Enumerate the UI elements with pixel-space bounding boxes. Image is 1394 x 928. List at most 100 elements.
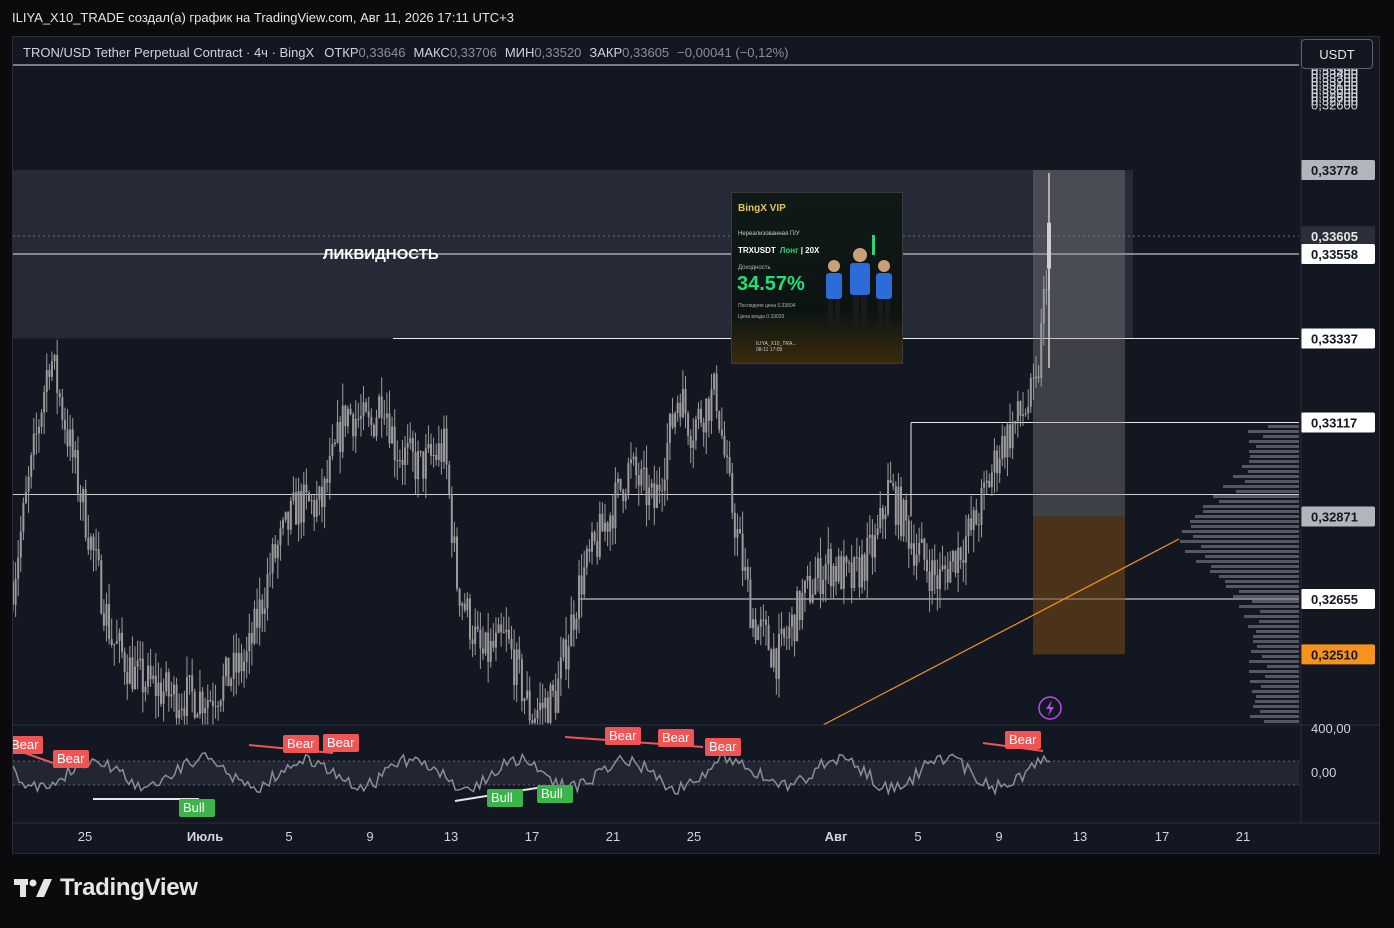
- candle-body: [391, 426, 394, 444]
- candle-body: [801, 592, 804, 620]
- price-badge-label: 0,32655: [1311, 592, 1358, 607]
- volume-profile-bar: [1233, 595, 1299, 598]
- candle-body: [422, 451, 425, 479]
- candle-body: [762, 619, 765, 621]
- candle-body: [572, 614, 575, 630]
- candle-body: [609, 515, 612, 532]
- candle-body: [668, 413, 671, 443]
- candle-body: [998, 458, 1001, 474]
- time-axis-tick: 17: [1155, 829, 1169, 844]
- price-chart-svg[interactable]: ЛИКВИДНОСТЬ0,341000,340000,339000,338000…: [13, 37, 1380, 854]
- last-candle-body: [1047, 222, 1051, 269]
- time-axis-tick: 5: [914, 829, 921, 844]
- candle-body: [458, 588, 461, 606]
- candle-body: [616, 478, 619, 483]
- candle-body: [876, 528, 879, 536]
- candle-body: [139, 658, 142, 661]
- price-badge-label: 0,33337: [1311, 331, 1358, 346]
- candle-body: [946, 569, 949, 583]
- candle-body: [315, 499, 318, 517]
- bear-label: Bear: [57, 751, 85, 766]
- oscillator-band: [13, 761, 1299, 785]
- candle-body: [63, 419, 66, 430]
- candle-body: [479, 629, 482, 649]
- candle-body: [507, 629, 510, 639]
- candle-body: [570, 614, 573, 647]
- candle-body: [905, 500, 908, 521]
- candle-body: [258, 599, 261, 628]
- volume-profile-bar: [1191, 525, 1299, 528]
- candle-body: [282, 519, 285, 529]
- candle-body: [82, 489, 85, 503]
- candle-body: [297, 491, 300, 525]
- candle-body: [902, 500, 905, 537]
- candle-body: [806, 575, 809, 581]
- bear-label: Bear: [662, 730, 690, 745]
- volume-profile-bar: [1248, 430, 1299, 433]
- candle-body: [614, 482, 617, 529]
- candle-body: [274, 544, 277, 559]
- candle-body: [484, 632, 487, 654]
- tradingview-logo[interactable]: TradingView: [14, 874, 198, 902]
- currency-button[interactable]: USDT: [1301, 39, 1373, 69]
- candle-body: [925, 559, 928, 572]
- candle-body: [892, 482, 895, 487]
- bull-label: Bull: [183, 800, 205, 815]
- candle-body: [502, 632, 505, 634]
- candle-body: [476, 626, 479, 630]
- candle-body: [167, 672, 170, 697]
- candle-body: [874, 535, 877, 558]
- candle-body: [611, 515, 614, 529]
- candle-body: [988, 480, 991, 488]
- volume-profile-bar: [1210, 570, 1299, 573]
- candle-body: [131, 657, 134, 690]
- candle-body: [648, 487, 651, 506]
- candle-body: [214, 706, 217, 708]
- candle-body: [276, 545, 279, 559]
- candle-body: [35, 433, 38, 435]
- volume-profile-bar: [1251, 650, 1299, 653]
- candle-body: [487, 632, 490, 662]
- candle-body: [30, 455, 33, 477]
- volume-profile-bar: [1249, 460, 1299, 463]
- volume-profile-bar: [1196, 560, 1299, 563]
- candle-body: [718, 411, 721, 430]
- candle-body: [645, 467, 648, 506]
- candle-body: [666, 442, 669, 480]
- change-value: −0,00041 (−0,12%): [677, 45, 789, 60]
- candle-body: [383, 417, 386, 419]
- candle-body: [764, 619, 767, 625]
- candle-body: [658, 484, 661, 491]
- promo-bar-icon: [872, 235, 875, 255]
- candle-body: [227, 657, 230, 687]
- candle-body: [196, 714, 199, 718]
- bear-label: Bear: [609, 728, 637, 743]
- candle-body: [417, 451, 420, 480]
- candle-body: [627, 463, 630, 494]
- candle-body: [824, 563, 827, 580]
- candle-body: [370, 417, 373, 425]
- candle-body: [310, 500, 313, 502]
- candle-body: [13, 581, 14, 605]
- candle-body: [56, 354, 59, 393]
- candle-body: [308, 492, 310, 501]
- candle-body: [201, 691, 204, 714]
- time-axis-tick: 17: [525, 829, 539, 844]
- candle-body: [816, 558, 819, 578]
- candle-body: [419, 451, 422, 453]
- chart-area[interactable]: TRON/USD Tether Perpetual Contract · 4ч …: [12, 36, 1380, 854]
- candle-body: [435, 454, 438, 460]
- candle-body: [741, 533, 744, 571]
- candle-body: [601, 513, 604, 532]
- candle-body: [445, 428, 448, 465]
- candle-body: [346, 408, 349, 427]
- volume-profile-bar: [1249, 670, 1299, 673]
- candle-body: [250, 633, 253, 644]
- candle-body: [492, 640, 495, 648]
- candle-body: [1040, 323, 1043, 378]
- volume-profile-bar: [1225, 580, 1299, 583]
- candle-body: [702, 422, 705, 433]
- candle-body: [928, 571, 931, 592]
- candle-body: [531, 720, 534, 723]
- candle-body: [990, 472, 993, 488]
